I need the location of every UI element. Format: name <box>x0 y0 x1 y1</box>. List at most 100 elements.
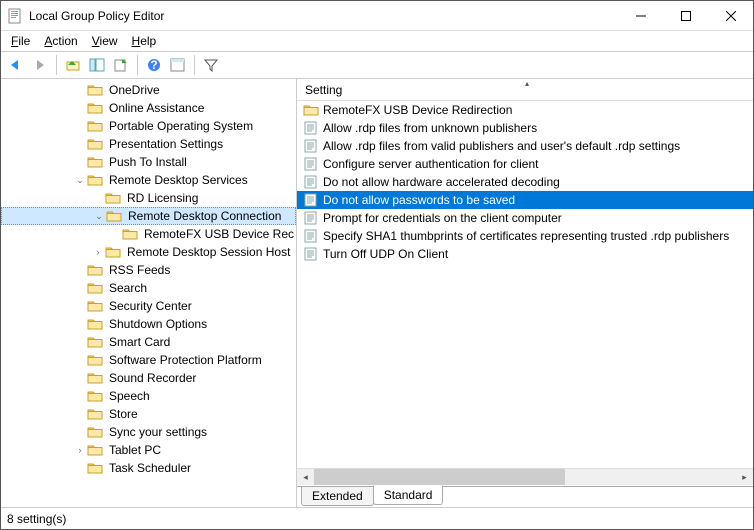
policy-setting-icon <box>303 229 319 243</box>
tree-item[interactable]: Task Scheduler <box>1 459 296 477</box>
policy-setting-icon <box>303 247 319 261</box>
expander-icon[interactable] <box>73 281 87 295</box>
expander-icon[interactable] <box>73 101 87 115</box>
help-button[interactable]: ? <box>143 54 165 76</box>
expander-icon[interactable] <box>108 227 122 241</box>
expander-icon[interactable] <box>73 407 87 421</box>
tree-item-label: Speech <box>107 389 152 403</box>
menu-view[interactable]: View <box>86 32 124 50</box>
close-button[interactable] <box>708 1 753 30</box>
export-list-button[interactable] <box>110 54 132 76</box>
tree-item-label: Push To Install <box>107 155 189 169</box>
forward-button[interactable] <box>29 54 51 76</box>
tree-item[interactable]: Online Assistance <box>1 99 296 117</box>
filter-button[interactable] <box>200 54 222 76</box>
list-header-setting[interactable]: Setting ▴ <box>297 79 753 101</box>
folder-icon <box>87 407 103 421</box>
policy-setting-icon <box>303 139 319 153</box>
tree-item[interactable]: › Tablet PC <box>1 441 296 459</box>
main-content: OneDrive Online Assistance Portable Operat… <box>1 79 753 507</box>
tree-item-label: Remote Desktop Services <box>107 173 250 187</box>
tree-item[interactable]: Security Center <box>1 297 296 315</box>
expander-icon[interactable] <box>73 263 87 277</box>
up-button[interactable] <box>62 54 84 76</box>
expander-icon[interactable] <box>73 425 87 439</box>
expander-icon[interactable] <box>73 137 87 151</box>
tree-item[interactable]: Search <box>1 279 296 297</box>
horizontal-scrollbar[interactable]: ◂ ▸ <box>297 468 753 485</box>
list-item[interactable]: Configure server authentication for clie… <box>297 155 753 173</box>
list-item-label: Prompt for credentials on the client com… <box>323 211 562 225</box>
folder-icon <box>87 119 103 133</box>
tree-item-label: Tablet PC <box>107 443 163 457</box>
expander-icon[interactable] <box>73 335 87 349</box>
tree-item[interactable]: Push To Install <box>1 153 296 171</box>
folder-icon <box>87 173 103 187</box>
tab-standard[interactable]: Standard <box>373 485 444 505</box>
tree-item[interactable]: Sound Recorder <box>1 369 296 387</box>
tree-item[interactable]: Presentation Settings <box>1 135 296 153</box>
expander-icon[interactable] <box>91 191 105 205</box>
expander-icon[interactable] <box>73 83 87 97</box>
minimize-button[interactable] <box>618 1 663 30</box>
list-item-label: Allow .rdp files from valid publishers a… <box>323 139 680 153</box>
folder-icon <box>87 353 103 367</box>
expander-icon[interactable]: › <box>73 443 87 457</box>
expander-icon[interactable]: ⌄ <box>73 173 87 187</box>
scroll-thumb[interactable] <box>314 469 565 485</box>
expander-icon[interactable] <box>73 299 87 313</box>
maximize-button[interactable] <box>663 1 708 30</box>
list-item[interactable]: Allow .rdp files from valid publishers a… <box>297 137 753 155</box>
tree-item[interactable]: Speech <box>1 387 296 405</box>
tree-item[interactable]: RSS Feeds <box>1 261 296 279</box>
expander-icon[interactable] <box>73 353 87 367</box>
tree-item[interactable]: Sync your settings <box>1 423 296 441</box>
menu-file[interactable]: File <box>5 32 36 50</box>
scroll-right-button[interactable]: ▸ <box>736 469 753 485</box>
properties-button[interactable] <box>167 54 189 76</box>
list-item-label: Configure server authentication for clie… <box>323 157 538 171</box>
tree-item[interactable]: Software Protection Platform <box>1 351 296 369</box>
expander-icon[interactable] <box>73 371 87 385</box>
expander-icon[interactable] <box>73 389 87 403</box>
tree-item[interactable]: RemoteFX USB Device Rec <box>1 225 296 243</box>
expander-icon[interactable]: › <box>91 245 105 259</box>
folder-icon <box>87 389 103 403</box>
settings-list[interactable]: RemoteFX USB Device RedirectionAllow .rd… <box>297 101 753 468</box>
tree-pane[interactable]: OneDrive Online Assistance Portable Operat… <box>1 79 297 507</box>
folder-icon <box>303 103 319 117</box>
list-item[interactable]: Allow .rdp files from unknown publishers <box>297 119 753 137</box>
list-item[interactable]: Do not allow hardware accelerated decodi… <box>297 173 753 191</box>
expander-icon[interactable] <box>73 461 87 475</box>
tree-item[interactable]: Store <box>1 405 296 423</box>
list-item[interactable]: Turn Off UDP On Client <box>297 245 753 263</box>
tree-item[interactable]: Portable Operating System <box>1 117 296 135</box>
tree-item[interactable]: ⌄ Remote Desktop Services <box>1 171 296 189</box>
tree-item[interactable]: ⌄Remote Desktop Connection <box>1 207 296 225</box>
tree-item-label: Sound Recorder <box>107 371 198 385</box>
list-item[interactable]: Specify SHA1 thumbprints of certificates… <box>297 227 753 245</box>
policy-setting-icon <box>303 211 319 225</box>
tree-item[interactable]: Smart Card <box>1 333 296 351</box>
list-item[interactable]: RemoteFX USB Device Redirection <box>297 101 753 119</box>
tree-item[interactable]: Shutdown Options <box>1 315 296 333</box>
expander-icon[interactable] <box>73 119 87 133</box>
expander-icon[interactable] <box>73 317 87 331</box>
menu-action[interactable]: Action <box>38 32 83 50</box>
show-hide-tree-button[interactable] <box>86 54 108 76</box>
folder-icon <box>106 209 122 223</box>
tree-item[interactable]: RD Licensing <box>1 189 296 207</box>
tree-item-label: Store <box>107 407 140 421</box>
tree-item[interactable]: OneDrive <box>1 81 296 99</box>
scroll-left-button[interactable]: ◂ <box>297 469 314 485</box>
back-button[interactable] <box>5 54 27 76</box>
tree-item[interactable]: ›Remote Desktop Session Host <box>1 243 296 261</box>
expander-icon[interactable]: ⌄ <box>92 209 106 223</box>
list-item[interactable]: Prompt for credentials on the client com… <box>297 209 753 227</box>
column-header-label: Setting <box>305 83 342 97</box>
expander-icon[interactable] <box>73 155 87 169</box>
menu-help[interactable]: Help <box>126 32 163 50</box>
tree-item-label: Online Assistance <box>107 101 206 115</box>
tab-extended[interactable]: Extended <box>301 486 374 506</box>
list-item[interactable]: Do not allow passwords to be saved <box>297 191 753 209</box>
